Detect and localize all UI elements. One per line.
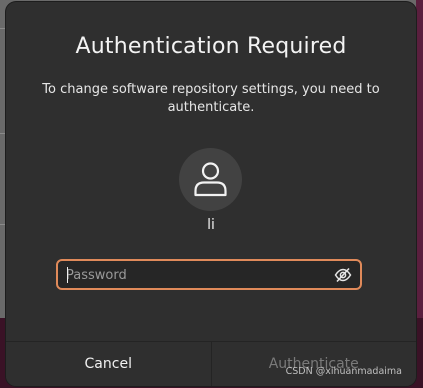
- password-visibility-toggle[interactable]: [334, 266, 352, 284]
- password-field[interactable]: [56, 259, 362, 290]
- username-label: li: [207, 217, 215, 233]
- watermark-text: CSDN @xihuanmadaima: [285, 366, 402, 377]
- text-caret: [67, 267, 68, 283]
- user-avatar: [179, 148, 242, 211]
- user-icon: [194, 162, 227, 197]
- cancel-button[interactable]: Cancel: [6, 342, 212, 386]
- authenticate-button[interactable]: Authenticate: [211, 342, 416, 386]
- authentication-dialog: Authentication Required To change softwa…: [6, 2, 416, 386]
- dialog-footer: Cancel Authenticate: [6, 341, 416, 386]
- dialog-message: To change software repository settings, …: [42, 82, 380, 115]
- dialog-title: Authentication Required: [75, 34, 347, 59]
- password-input[interactable]: [66, 265, 316, 285]
- eye-slash-icon: [334, 267, 352, 283]
